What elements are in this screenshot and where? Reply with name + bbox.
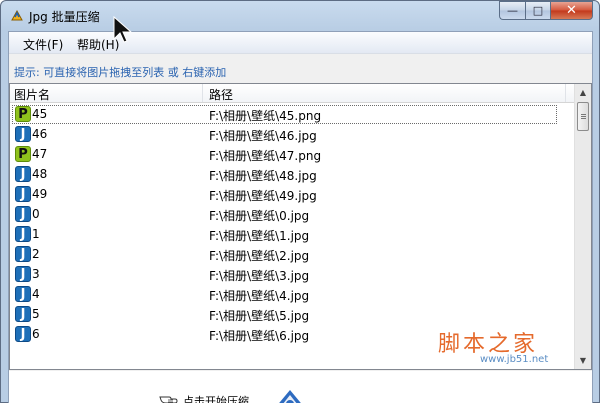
vertical-scrollbar[interactable]: ▲ ▼ xyxy=(574,84,591,369)
menu-bar: 文件(F) 帮助(H) xyxy=(9,32,592,54)
start-compress-hint[interactable]: 点击开始压缩. xyxy=(183,393,253,403)
column-header-path[interactable]: 路径 xyxy=(209,86,233,103)
column-header-name[interactable]: 图片名 xyxy=(14,86,50,103)
file-name: 3 xyxy=(32,267,40,281)
menu-file[interactable]: 文件(F) xyxy=(23,36,63,53)
file-name: 47 xyxy=(32,147,48,161)
pointing-hand-icon xyxy=(159,396,178,403)
close-button[interactable]: ✕ xyxy=(550,1,593,20)
jpg-file-icon: J xyxy=(15,286,31,302)
file-path: F:\相册\壁纸\45.png xyxy=(209,109,322,123)
mouse-cursor-icon xyxy=(113,15,132,43)
file-path: F:\相册\壁纸\4.jpg xyxy=(209,289,310,303)
scroll-up-arrow[interactable]: ▲ xyxy=(575,84,591,101)
file-path: F:\相册\壁纸\46.jpg xyxy=(209,129,317,143)
list-row[interactable]: J 49 F:\相册\壁纸\49.jpg xyxy=(10,184,575,204)
scroll-thumb[interactable] xyxy=(577,102,589,131)
thumb-grip xyxy=(581,116,586,117)
file-name: 45 xyxy=(32,107,48,121)
window-controls: — □ ✕ xyxy=(499,1,593,20)
list-row[interactable]: P 47 F:\相册\壁纸\47.png xyxy=(10,144,575,164)
window-title: Jpg 批量压缩 xyxy=(29,10,100,24)
list-row[interactable]: J 2 F:\相册\壁纸\2.jpg xyxy=(10,244,575,264)
file-path: F:\相册\壁纸\5.jpg xyxy=(209,309,310,323)
list-row[interactable]: J 4 F:\相册\壁纸\4.jpg xyxy=(10,284,575,304)
file-name: 4 xyxy=(32,287,40,301)
file-name: 5 xyxy=(32,307,40,321)
jpg-file-icon: J xyxy=(15,166,31,182)
file-name: 48 xyxy=(32,167,48,181)
file-path: F:\相册\壁纸\47.png xyxy=(209,149,322,163)
list-row[interactable]: J 0 F:\相册\壁纸\0.jpg xyxy=(10,204,575,224)
file-path: F:\相册\壁纸\6.jpg xyxy=(209,329,310,343)
file-name: 6 xyxy=(32,327,40,341)
column-divider[interactable] xyxy=(565,84,566,102)
minimize-button[interactable]: — xyxy=(499,1,525,20)
list-row[interactable]: J 1 F:\相册\壁纸\1.jpg xyxy=(10,224,575,244)
column-divider[interactable] xyxy=(202,84,203,102)
jpg-file-icon: J xyxy=(15,126,31,142)
file-name: 2 xyxy=(32,247,40,261)
title-bar[interactable]: Jpg 批量压缩 — □ ✕ xyxy=(1,1,599,31)
watermark: 脚本之家 www.jb51.net xyxy=(438,326,548,365)
list-header: 图片名 路径 xyxy=(10,84,575,103)
file-path: F:\相册\壁纸\2.jpg xyxy=(209,249,310,263)
file-path: F:\相册\壁纸\0.jpg xyxy=(209,209,310,223)
jpg-file-icon: J xyxy=(15,206,31,222)
jpg-file-icon: J xyxy=(15,246,31,262)
png-file-icon: P xyxy=(15,146,31,162)
list-row[interactable]: J 5 F:\相册\壁纸\5.jpg xyxy=(10,304,575,324)
file-path: F:\相册\壁纸\3.jpg xyxy=(209,269,310,283)
list-row[interactable]: J 46 F:\相册\壁纸\46.jpg xyxy=(10,124,575,144)
start-compress-logo[interactable] xyxy=(265,390,315,403)
list-row[interactable]: P 45 F:\相册\壁纸\45.png xyxy=(10,104,575,124)
file-name: 49 xyxy=(32,187,48,201)
scroll-down-arrow[interactable]: ▼ xyxy=(575,352,591,369)
file-name: 46 xyxy=(32,127,48,141)
maximize-button[interactable]: □ xyxy=(525,1,550,20)
bottom-panel: 点击开始压缩. xyxy=(9,371,592,403)
list-row[interactable]: J 3 F:\相册\壁纸\3.jpg xyxy=(10,264,575,284)
thumb-grip xyxy=(581,118,586,119)
jpg-file-icon: J xyxy=(15,266,31,282)
list-row[interactable]: J 48 F:\相册\壁纸\48.jpg xyxy=(10,164,575,184)
thumb-grip xyxy=(581,114,586,115)
watermark-url: www.jb51.net xyxy=(480,354,549,365)
hint-text: 提示: 可直接将图片拖拽至列表 或 右键添加 xyxy=(14,66,227,79)
file-path: F:\相册\壁纸\1.jpg xyxy=(209,229,310,243)
png-file-icon: P xyxy=(15,106,31,122)
jpg-file-icon: J xyxy=(15,306,31,322)
app-icon xyxy=(11,9,23,21)
file-path: F:\相册\壁纸\48.jpg xyxy=(209,169,317,183)
file-name: 0 xyxy=(32,207,40,221)
file-name: 1 xyxy=(32,227,40,241)
jpg-file-icon: J xyxy=(15,326,31,342)
file-path: F:\相册\壁纸\49.jpg xyxy=(209,189,317,203)
jpg-file-icon: J xyxy=(15,226,31,242)
jpg-file-icon: J xyxy=(15,186,31,202)
